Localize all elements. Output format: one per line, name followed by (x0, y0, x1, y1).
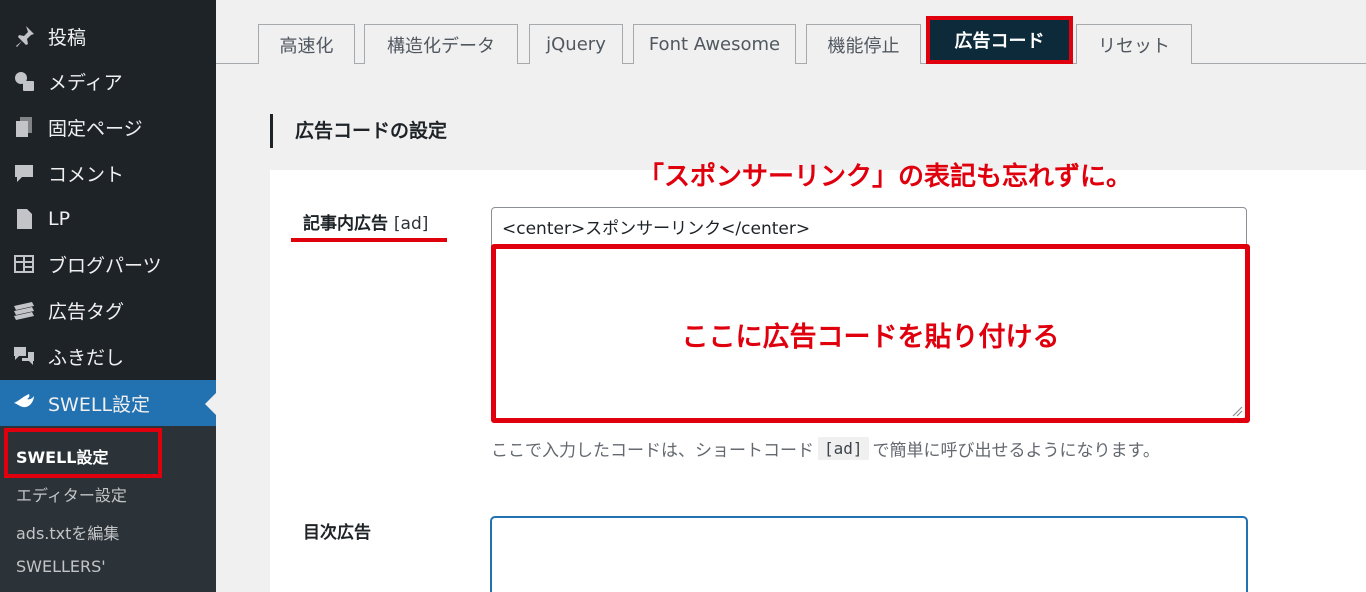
sidebar-item-label: ブログパーツ (48, 254, 162, 277)
sidebar-item-label: 広告タグ (48, 300, 125, 323)
toc-ad-textarea[interactable] (490, 516, 1248, 592)
help-text-after: で簡単に呼び出せるようになります。 (872, 441, 1160, 461)
bubbles-icon (0, 344, 48, 368)
sidebar-item-blog-parts[interactable]: ブログパーツ (0, 241, 216, 287)
pages-icon (0, 115, 48, 139)
sidebar-item-label: 固定ページ (48, 117, 143, 140)
field-label-toc-ad: 目次広告 (303, 523, 371, 543)
sidebar-item-balloons[interactable]: ふきだし (0, 333, 216, 379)
sidebar-item-swell-settings[interactable]: SWELL設定 (0, 380, 216, 426)
tag-icon (0, 298, 48, 322)
sidebar-item-comments[interactable]: コメント (0, 150, 216, 196)
layout-icon (0, 252, 48, 276)
swell-icon (0, 391, 48, 415)
tab-reset[interactable]: リセット (1076, 24, 1192, 64)
submenu-item-swellers[interactable]: SWELLERS' (16, 557, 106, 576)
tab-speed[interactable]: 高速化 (258, 24, 355, 64)
sidebar-item-ad-tags[interactable]: 広告タグ (0, 287, 216, 333)
annotation-paste-text: ここに広告コードを貼り付ける (681, 322, 1060, 353)
sidebar-item-pages[interactable]: 固定ページ (0, 104, 216, 150)
submenu-item-ads-txt[interactable]: ads.txtを編集 (16, 520, 119, 544)
sidebar-item-posts[interactable]: 投稿 (0, 13, 216, 59)
annotation-underline (291, 238, 447, 242)
annotation-paste-box: ここに広告コードを貼り付ける (491, 244, 1250, 423)
sidebar-item-lp[interactable]: LP (0, 196, 216, 242)
help-text-before: ここで入力したコードは、ショートコード (491, 441, 814, 461)
field-label-text: 記事内広告 (303, 214, 388, 234)
admin-sidebar: 投稿 メディア 固定ページ コメント LP ブログパーツ 広告タグ ふきだし S… (0, 0, 216, 592)
help-shortcode: [ad] (818, 437, 869, 460)
field-help-text: ここで入力したコードは、ショートコード [ad] で簡単に呼び出せるようになりま… (491, 436, 1160, 461)
tab-disable-features[interactable]: 機能停止 (806, 24, 921, 64)
media-icon (0, 69, 48, 93)
tab-ad-code[interactable]: 広告コード (926, 16, 1073, 64)
document-icon (0, 207, 48, 231)
in-article-ad-value: <center>スポンサーリンク</center> (502, 219, 811, 239)
highlight-submenu-box (4, 428, 162, 478)
tab-structured-data[interactable]: 構造化データ (364, 24, 518, 64)
comment-icon (0, 161, 48, 185)
shortcode-label: [ad] (393, 214, 429, 234)
sidebar-item-label: メディア (48, 71, 123, 94)
sidebar-item-label: SWELL設定 (48, 393, 151, 416)
sidebar-item-label: コメント (48, 163, 125, 186)
sidebar-item-label: LP (48, 208, 71, 230)
annotation-sponsor-note: 「スポンサーリンク」の表記も忘れずに。 (638, 162, 1133, 192)
field-label-in-article-ad: 記事内広告 [ad] (303, 209, 428, 234)
sidebar-item-label: 投稿 (48, 26, 87, 49)
current-menu-arrow (205, 393, 216, 415)
section-title: 広告コードの設定 (270, 114, 447, 148)
tab-font-awesome[interactable]: Font Awesome (633, 24, 796, 64)
tab-jquery[interactable]: jQuery (529, 24, 623, 64)
pushpin-icon (0, 24, 48, 48)
sidebar-item-media[interactable]: メディア (0, 58, 216, 104)
sidebar-item-label: ふきだし (48, 346, 125, 369)
submenu-item-editor-settings[interactable]: エディター設定 (16, 482, 127, 506)
